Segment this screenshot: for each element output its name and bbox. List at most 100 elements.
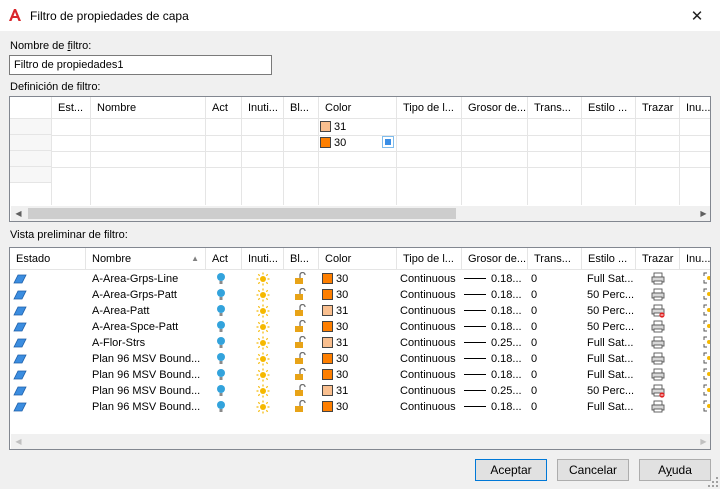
preview-col-header[interactable]: Estilo ... [582, 248, 636, 270]
def-col-header[interactable]: Color [319, 97, 397, 119]
layer-lineweight[interactable]: 0.25... [464, 383, 527, 399]
layer-linetype[interactable]: Continuous [400, 399, 461, 415]
layer-linetype[interactable]: Continuous [400, 287, 461, 303]
layer-linetype[interactable]: Continuous [400, 351, 461, 367]
definition-color-cell[interactable]: 31 [320, 119, 398, 135]
layer-lineweight[interactable]: 0.18... [464, 399, 527, 415]
layer-linetype[interactable]: Continuous [400, 335, 461, 351]
def-col-header[interactable]: Bl... [284, 97, 319, 119]
def-col-header[interactable]: Trazar [636, 97, 680, 119]
preview-row[interactable]: A-Flor-Strs 31 Continuous 0.25... 0 Full Sat.… [10, 335, 710, 351]
layer-transparency[interactable]: 0 [531, 335, 581, 351]
layer-plot-style[interactable]: Full Sat... [587, 367, 635, 383]
preview-row[interactable]: Plan 96 MSV Bound... 30 Continuous 0.18... 0… [10, 351, 710, 367]
layer-color[interactable]: 30 [322, 351, 396, 367]
layer-transparency[interactable]: 0 [531, 367, 581, 383]
preview-col-header[interactable]: Trans... [528, 248, 582, 270]
definition-hscrollbar[interactable]: ◀ ▶ [11, 206, 710, 221]
def-col-header[interactable]: Tipo de l... [397, 97, 462, 119]
preview-row[interactable]: A-Area-Grps-Patt 30 Continuous 0.18... 0 50 P… [10, 287, 710, 303]
layer-transparency[interactable]: 0 [531, 383, 581, 399]
preview-col-header[interactable]: Nombre ▲ [86, 248, 206, 270]
preview-row[interactable]: Plan 96 MSV Bound... 30 Continuous 0.18... 0… [10, 367, 710, 383]
preview-hscrollbar[interactable]: ◀ ▶ [11, 434, 710, 449]
layer-transparency[interactable]: 0 [531, 319, 581, 335]
layer-plot-style[interactable]: 50 Perc... [587, 383, 635, 399]
filter-name-input[interactable] [9, 55, 272, 75]
accept-button[interactable]: Aceptar [475, 459, 547, 481]
layer-color[interactable]: 31 [322, 383, 396, 399]
help-button[interactable]: Ayuda [639, 459, 711, 481]
scroll-thumb[interactable] [28, 208, 456, 219]
layer-transparency[interactable]: 0 [531, 287, 581, 303]
layer-lineweight[interactable]: 0.18... [464, 319, 527, 335]
layer-lineweight[interactable]: 0.18... [464, 351, 527, 367]
preview-col-header[interactable]: Inu... [680, 248, 710, 270]
preview-col-header[interactable]: Inuti... [242, 248, 284, 270]
def-col-header[interactable]: Act [206, 97, 242, 119]
row-selector[interactable] [10, 151, 51, 167]
def-col-header[interactable] [10, 97, 52, 119]
layer-lineweight[interactable]: 0.18... [464, 271, 527, 287]
row-selector[interactable] [10, 135, 51, 151]
layer-linetype[interactable]: Continuous [400, 319, 461, 335]
layer-color[interactable]: 31 [322, 303, 396, 319]
layer-plot-style[interactable]: Full Sat... [587, 351, 635, 367]
def-col-header[interactable]: Nombre [91, 97, 206, 119]
definition-row[interactable]: 31 [10, 119, 710, 135]
layer-name[interactable]: A-Area-Spce-Patt [92, 319, 204, 335]
layer-color[interactable]: 30 [322, 319, 396, 335]
layer-color[interactable]: 30 [322, 287, 396, 303]
layer-transparency[interactable]: 0 [531, 351, 581, 367]
preview-row[interactable]: A-Area-Spce-Patt 30 Continuous 0.18... 0 50 P… [10, 319, 710, 335]
layer-color[interactable]: 30 [322, 271, 396, 287]
filter-preview-grid[interactable]: Estado Nombre ▲ Act Inuti... Bl... Color Tipo d… [9, 247, 711, 450]
layer-lineweight[interactable]: 0.25... [464, 335, 527, 351]
layer-plot-style[interactable]: 50 Perc... [587, 287, 635, 303]
layer-plot-style[interactable]: Full Sat... [587, 271, 635, 287]
preview-row[interactable]: A-Area-Patt 31 Continuous 0.18... 0 50 Perc..… [10, 303, 710, 319]
layer-transparency[interactable]: 0 [531, 399, 581, 415]
def-col-header[interactable]: Inuti... [242, 97, 284, 119]
close-button[interactable]: ✕ [674, 0, 720, 31]
layer-lineweight[interactable]: 0.18... [464, 367, 527, 383]
layer-lineweight[interactable]: 0.18... [464, 287, 527, 303]
cancel-button[interactable]: Cancelar [557, 459, 629, 481]
preview-row[interactable]: A-Area-Grps-Line 30 Continuous 0.18... 0 Full… [10, 271, 710, 287]
layer-lineweight[interactable]: 0.18... [464, 303, 527, 319]
row-selector[interactable] [10, 119, 51, 135]
layer-name[interactable]: A-Area-Grps-Line [92, 271, 204, 287]
def-col-header[interactable]: Est... [52, 97, 91, 119]
layer-plot-style[interactable]: Full Sat... [587, 399, 635, 415]
def-col-header[interactable]: Inu... [680, 97, 710, 119]
layer-name[interactable]: Plan 96 MSV Bound... [92, 367, 204, 383]
preview-col-header[interactable]: Tipo de l... [397, 248, 462, 270]
def-col-header[interactable]: Grosor de... [462, 97, 528, 119]
layer-linetype[interactable]: Continuous [400, 367, 461, 383]
layer-plot-style[interactable]: Full Sat... [587, 335, 635, 351]
layer-name[interactable]: A-Flor-Strs [92, 335, 204, 351]
layer-color[interactable]: 30 [322, 399, 396, 415]
preview-col-header[interactable]: Act [206, 248, 242, 270]
layer-linetype[interactable]: Continuous [400, 271, 461, 287]
scroll-left-icon[interactable]: ◀ [11, 434, 26, 449]
layer-color[interactable]: 30 [322, 367, 396, 383]
layer-transparency[interactable]: 0 [531, 303, 581, 319]
layer-name[interactable]: A-Area-Grps-Patt [92, 287, 204, 303]
preview-col-header[interactable]: Color [319, 248, 397, 270]
preview-col-header[interactable]: Grosor de... [462, 248, 528, 270]
layer-plot-style[interactable]: 50 Perc... [587, 303, 635, 319]
scroll-right-icon[interactable]: ▶ [696, 434, 710, 449]
filter-definition-grid[interactable]: Est... Nombre Act Inuti... Bl... Color Tipo de… [9, 96, 711, 222]
scroll-right-icon[interactable]: ▶ [696, 206, 710, 221]
layer-name[interactable]: Plan 96 MSV Bound... [92, 399, 204, 415]
scroll-left-icon[interactable]: ◀ [11, 206, 26, 221]
preview-row[interactable]: Plan 96 MSV Bound... 30 Continuous 0.18... 0… [10, 399, 710, 415]
preview-col-header[interactable]: Bl... [284, 248, 319, 270]
layer-linetype[interactable]: Continuous [400, 383, 461, 399]
def-col-header[interactable]: Trans... [528, 97, 582, 119]
preview-row[interactable]: Plan 96 MSV Bound... 31 Continuous 0.25... 0… [10, 383, 710, 399]
preview-col-header[interactable]: Trazar [636, 248, 680, 270]
preview-col-header[interactable]: Estado [10, 248, 86, 270]
layer-transparency[interactable]: 0 [531, 271, 581, 287]
